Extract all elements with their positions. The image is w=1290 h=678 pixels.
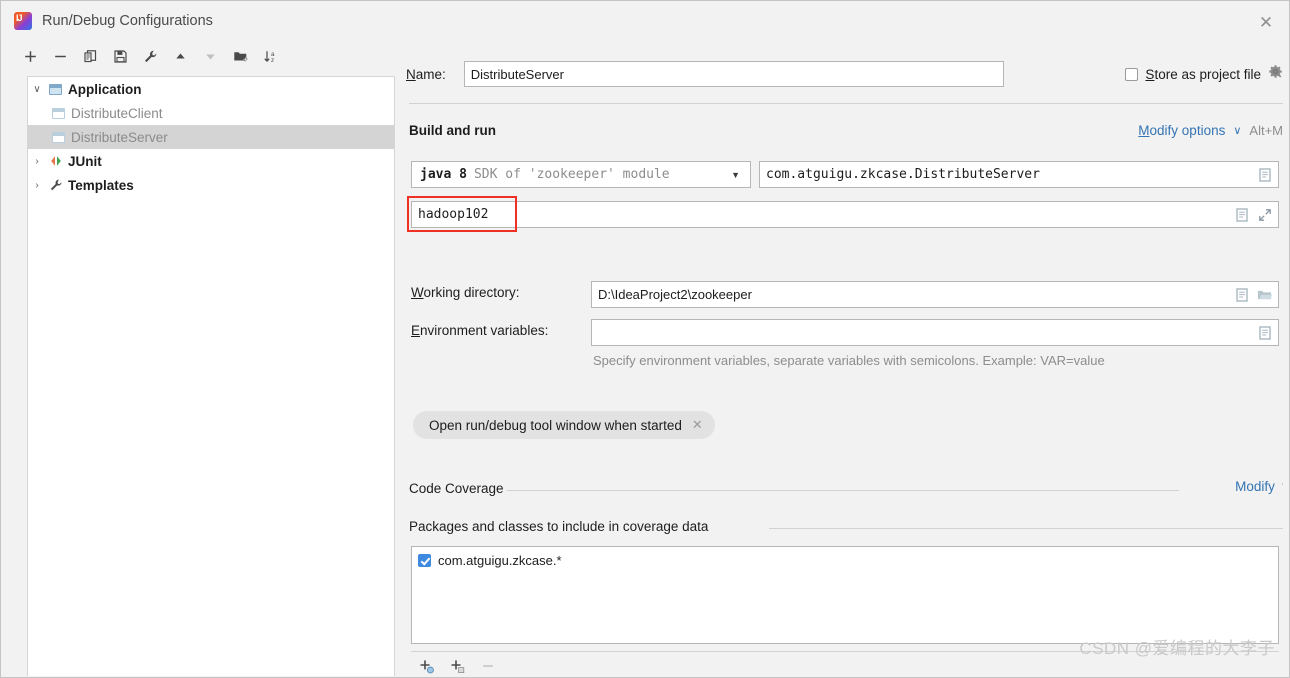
tree-node-junit[interactable]: › JUnit xyxy=(28,149,394,173)
tree-node-label: Application xyxy=(68,81,142,97)
program-arguments-input[interactable]: hadoop102 xyxy=(411,201,1279,228)
close-icon[interactable]: ✕ xyxy=(692,417,703,433)
coverage-patterns-list[interactable]: com.atguigu.zkcase.* xyxy=(411,546,1279,644)
tree-node-label: Templates xyxy=(68,177,134,193)
environment-variables-hint: Specify environment variables, separate … xyxy=(593,353,1105,368)
store-as-project-file-label: Store as project file xyxy=(1145,66,1261,82)
expand-list-icon[interactable] xyxy=(1234,206,1249,223)
intellij-idea-icon xyxy=(14,12,32,30)
junit-icon xyxy=(46,155,65,167)
folder-add-icon[interactable] xyxy=(232,48,249,65)
chevron-right-icon[interactable]: › xyxy=(28,180,46,191)
store-as-project-file-checkbox[interactable] xyxy=(1125,67,1139,81)
chevron-down-icon[interactable]: ∨ xyxy=(1233,124,1241,137)
working-directory-row: Working directory: D:\IdeaProject2\zooke… xyxy=(401,281,1289,308)
store-as-project-file-group: Store as project file xyxy=(1125,61,1283,87)
tree-node-distributeclient[interactable]: DistributeClient xyxy=(28,101,394,125)
name-label-mnemonic: N xyxy=(406,66,416,82)
name-input-value: DistributeServer xyxy=(470,66,564,82)
coverage-item-label: com.atguigu.zkcase.* xyxy=(438,553,562,568)
move-down-button[interactable] xyxy=(202,48,219,65)
build-and-run-title: Build and run xyxy=(409,123,496,138)
code-coverage-divider xyxy=(507,490,1179,491)
code-coverage-header: Code Coverage Modify ∨ xyxy=(409,479,1289,499)
program-arguments-value: hadoop102 xyxy=(418,207,489,222)
code-coverage-modify-link[interactable]: Modify xyxy=(1235,479,1275,494)
environment-variables-field-icons xyxy=(1257,320,1272,345)
modify-options-group: Modify options ∨ Alt+M xyxy=(1138,123,1283,138)
code-coverage-title: Code Coverage xyxy=(409,481,504,496)
working-directory-label: Working directory: xyxy=(411,285,520,300)
wrench-icon[interactable] xyxy=(142,48,159,65)
name-input[interactable]: DistributeServer xyxy=(463,61,1004,87)
tree-node-distributeserver[interactable]: DistributeServer xyxy=(28,125,394,149)
chip-label: Open run/debug tool window when started xyxy=(429,417,682,433)
name-label: Name: xyxy=(406,66,446,82)
expand-list-icon[interactable] xyxy=(1234,286,1249,303)
copy-configuration-button[interactable] xyxy=(82,48,99,65)
application-icon xyxy=(46,83,65,95)
expand-list-icon[interactable] xyxy=(1257,166,1272,183)
environment-variables-input[interactable] xyxy=(591,319,1279,346)
main-class-value: com.atguigu.zkcase.DistributeServer xyxy=(766,167,1040,182)
environment-variables-row: Environment variables: xyxy=(401,319,1289,346)
svg-text:z: z xyxy=(271,57,274,64)
folder-open-icon[interactable] xyxy=(1257,286,1272,303)
modify-options-shortcut: Alt+M xyxy=(1249,123,1283,138)
chevron-down-icon[interactable]: ∨ xyxy=(28,84,46,95)
main-class-field-icons xyxy=(1257,162,1272,187)
wrench-icon xyxy=(46,178,65,192)
packages-header-title: Packages and classes to include in cover… xyxy=(409,519,709,534)
move-up-button[interactable] xyxy=(172,48,189,65)
dialog-titlebar: Run/Debug Configurations ✕ xyxy=(1,1,1289,41)
configuration-editor-panel: Name: DistributeServer Store as project … xyxy=(401,41,1289,677)
main-class-input[interactable]: com.atguigu.zkcase.DistributeServer xyxy=(759,161,1279,188)
packages-header: Packages and classes to include in cover… xyxy=(409,519,1289,537)
tree-node-templates[interactable]: › Templates xyxy=(28,173,394,197)
close-icon[interactable]: ✕ xyxy=(1249,9,1283,35)
add-class-button[interactable] xyxy=(448,657,465,674)
chevron-down-icon[interactable]: ▼ xyxy=(731,170,740,180)
add-configuration-button[interactable] xyxy=(22,48,39,65)
dialog-title: Run/Debug Configurations xyxy=(42,13,213,29)
expand-list-icon[interactable] xyxy=(1257,324,1272,341)
remove-configuration-button[interactable] xyxy=(52,48,69,65)
application-config-icon xyxy=(49,107,68,119)
run-debug-configurations-dialog: Run/Debug Configurations ✕ xyxy=(0,0,1290,678)
remove-coverage-entry-button[interactable] xyxy=(479,657,496,674)
gear-dropdown-icon[interactable] xyxy=(1268,64,1283,84)
coverage-item-checkbox[interactable] xyxy=(418,554,431,567)
dialog-right-strip xyxy=(1283,1,1289,677)
list-item[interactable]: com.atguigu.zkcase.* xyxy=(412,547,1278,568)
chevron-right-icon[interactable]: › xyxy=(28,156,46,167)
coverage-list-toolbar xyxy=(411,651,1279,677)
configurations-toolbar: a z xyxy=(10,41,395,71)
environment-variables-label: Environment variables: xyxy=(411,323,549,338)
sort-az-icon[interactable]: a z xyxy=(262,48,279,65)
tree-node-label: DistributeClient xyxy=(71,105,163,121)
jdk-select[interactable]: java 8 SDK of 'zookeeper' module ▼ xyxy=(411,161,751,188)
name-section-divider xyxy=(409,103,1283,104)
code-coverage-modify-group: Modify ∨ xyxy=(1235,479,1289,494)
modify-options-link[interactable]: Modify options xyxy=(1138,123,1225,138)
configurations-panel: a z ∨ Application DistributeClient Distr… xyxy=(10,41,395,677)
configurations-tree[interactable]: ∨ Application DistributeClient Distribut… xyxy=(27,76,395,676)
open-run-debug-tool-window-chip[interactable]: Open run/debug tool window when started … xyxy=(413,411,715,439)
working-directory-value: D:\IdeaProject2\zookeeper xyxy=(598,287,752,302)
jdk-detail-label: SDK of 'zookeeper' module xyxy=(473,167,670,182)
tree-node-label: DistributeServer xyxy=(71,129,168,145)
working-directory-input[interactable]: D:\IdeaProject2\zookeeper xyxy=(591,281,1279,308)
working-directory-field-icons xyxy=(1234,282,1272,307)
tree-node-label: JUnit xyxy=(68,153,102,169)
tree-node-application[interactable]: ∨ Application xyxy=(28,77,394,101)
jdk-main-label: java 8 xyxy=(420,167,467,182)
add-package-button[interactable] xyxy=(417,657,434,674)
application-config-icon xyxy=(49,131,68,143)
packages-header-divider xyxy=(769,528,1287,529)
save-configuration-button[interactable] xyxy=(112,48,129,65)
expand-editor-icon[interactable] xyxy=(1257,206,1272,223)
program-arguments-field-icons xyxy=(1234,202,1272,227)
